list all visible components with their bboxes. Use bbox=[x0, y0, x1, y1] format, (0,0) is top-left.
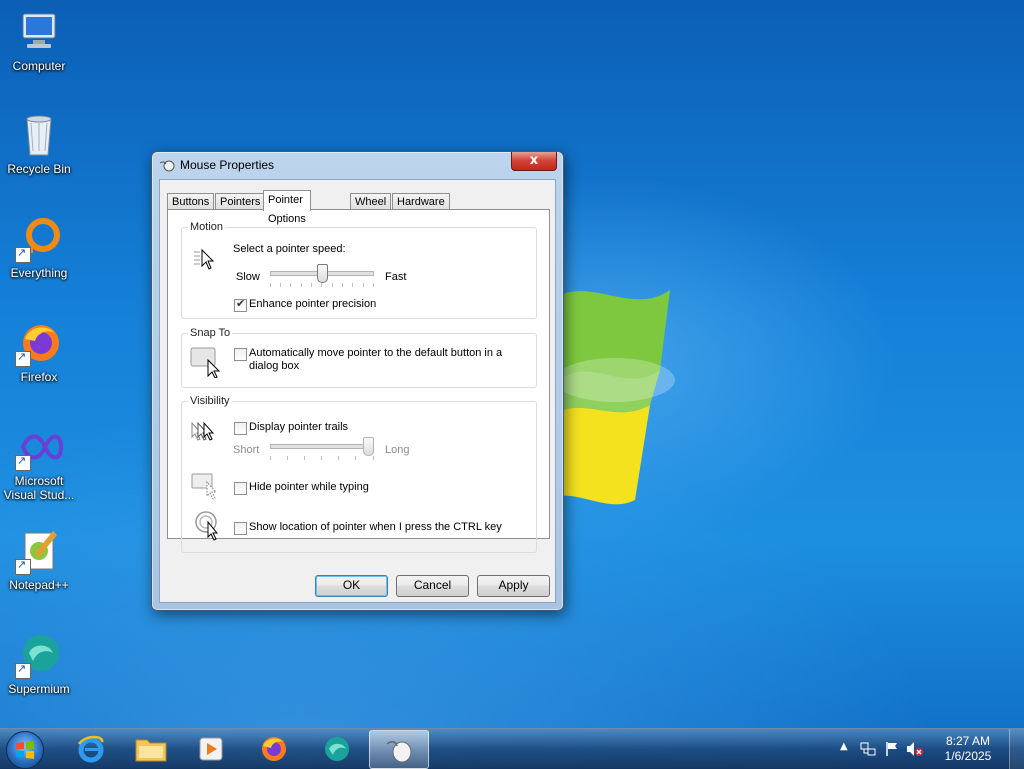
long-label: Long bbox=[385, 444, 410, 456]
hide-pointer-label: Hide pointer while typing bbox=[249, 481, 369, 493]
close-button[interactable]: x bbox=[511, 152, 557, 171]
cancel-button[interactable]: Cancel bbox=[396, 575, 469, 597]
pointer-trails-icon bbox=[191, 421, 215, 441]
taskbar-mouse-properties[interactable] bbox=[369, 730, 429, 769]
snap-to-group: Snap To Automatically move pointer to th… bbox=[181, 327, 537, 388]
desktop-icon-visual-studio[interactable]: Microsoft Visual Stud... bbox=[2, 423, 76, 502]
firefox-icon bbox=[262, 737, 286, 761]
snap-to-icon bbox=[190, 347, 221, 378]
show-location-icon bbox=[195, 511, 219, 541]
desktop-icon-label: Computer bbox=[12, 59, 66, 73]
dialog-title: Mouse Properties bbox=[180, 158, 275, 172]
notepadpp-icon bbox=[15, 527, 63, 575]
network-icon[interactable] bbox=[860, 741, 876, 757]
shortcut-arrow-icon bbox=[15, 246, 31, 263]
taskbar: ▲ 8:27 AM 1/6/2025 bbox=[0, 728, 1024, 769]
visibility-group: Visibility Display pointer trails Short … bbox=[181, 395, 537, 553]
mouse-properties-dialog: Mouse Properties x Buttons Pointers Poin… bbox=[151, 151, 564, 611]
dialog-client: Buttons Pointers Pointer Options Wheel H… bbox=[159, 179, 556, 603]
show-desktop-button[interactable] bbox=[1009, 729, 1024, 769]
desktop-icon-label: Microsoft Visual Stud... bbox=[3, 474, 75, 502]
pointer-trails-slider-thumb[interactable] bbox=[363, 437, 374, 456]
desktop-icon-computer[interactable]: Computer bbox=[2, 8, 76, 73]
supermium-icon bbox=[325, 737, 349, 761]
show-location-label: Show location of pointer when I press th… bbox=[249, 521, 502, 533]
internet-explorer-icon bbox=[77, 735, 104, 763]
desktop-icon-supermium[interactable]: Supermium bbox=[2, 631, 76, 696]
snap-to-default-checkbox[interactable] bbox=[234, 348, 247, 361]
desktop-icon-firefox[interactable]: Firefox bbox=[2, 319, 76, 384]
taskbar-file-explorer[interactable] bbox=[122, 730, 180, 767]
ok-button[interactable]: OK bbox=[315, 575, 388, 597]
system-tray: ▲ bbox=[834, 729, 934, 769]
desktop-icon-label: Everything bbox=[10, 266, 68, 280]
supermium-icon bbox=[15, 631, 63, 679]
recycle-bin-icon bbox=[15, 111, 63, 159]
dialog-titlebar[interactable]: Mouse Properties x bbox=[152, 152, 563, 178]
desktop-icon-notepadpp[interactable]: Notepad++ bbox=[2, 527, 76, 592]
windows-logo-wallpaper bbox=[555, 290, 675, 505]
action-center-flag-icon[interactable] bbox=[884, 741, 900, 757]
taskbar-media-player[interactable] bbox=[182, 730, 240, 767]
firefox-icon bbox=[15, 319, 63, 367]
enhance-precision-label: Enhance pointer precision bbox=[249, 298, 377, 310]
tab-wheel[interactable]: Wheel bbox=[350, 193, 392, 210]
volume-muted-icon[interactable] bbox=[906, 741, 924, 757]
hide-pointer-checkbox[interactable] bbox=[234, 482, 247, 495]
clock-date: 1/6/2025 bbox=[944, 749, 992, 763]
tab-hardware[interactable]: Hardware bbox=[392, 193, 450, 210]
visual-studio-icon bbox=[15, 423, 64, 471]
computer-icon bbox=[15, 8, 63, 56]
pointer-trails-label: Display pointer trails bbox=[249, 421, 349, 433]
snap-to-default-label: Automatically move pointer to the defaul… bbox=[249, 347, 503, 372]
tab-pointers[interactable]: Pointers bbox=[215, 193, 266, 210]
pointer-speed-slider[interactable] bbox=[270, 264, 374, 288]
apply-button[interactable]: Apply bbox=[477, 575, 550, 597]
slider-ticks bbox=[270, 456, 374, 460]
pointer-speed-label: Select a pointer speed: bbox=[233, 243, 346, 255]
pointer-trails-checkbox[interactable] bbox=[234, 422, 247, 435]
show-hidden-icons-icon[interactable]: ▲ bbox=[840, 741, 848, 752]
desktop-icon-everything[interactable]: Everything bbox=[2, 215, 76, 280]
snap-to-group-title: Snap To bbox=[188, 327, 233, 339]
motion-group: Motion Select a pointer speed: Slow Fast… bbox=[181, 221, 537, 319]
visibility-group-title: Visibility bbox=[188, 395, 232, 407]
shortcut-arrow-icon bbox=[15, 454, 31, 471]
fast-label: Fast bbox=[385, 271, 407, 283]
pointer-options-panel: Motion Select a pointer speed: Slow Fast… bbox=[167, 209, 550, 553]
short-label: Short bbox=[233, 444, 260, 456]
media-player-icon bbox=[199, 737, 223, 761]
pointer-speed-slider-thumb[interactable] bbox=[317, 264, 328, 283]
show-location-checkbox[interactable] bbox=[234, 522, 247, 535]
clock[interactable]: 8:27 AM 1/6/2025 bbox=[938, 734, 998, 764]
desktop-icon-label: Notepad++ bbox=[9, 578, 69, 592]
taskbar-supermium[interactable] bbox=[308, 730, 366, 767]
pointer-speed-icon bbox=[194, 248, 215, 270]
start-button[interactable] bbox=[6, 731, 44, 769]
taskbar-internet-explorer[interactable] bbox=[62, 730, 120, 767]
enhance-precision-checkbox[interactable] bbox=[234, 297, 247, 312]
mouse-icon bbox=[386, 741, 412, 763]
taskbar-firefox[interactable] bbox=[245, 730, 303, 767]
windows-start-icon bbox=[16, 741, 34, 759]
slow-label: Slow bbox=[236, 271, 260, 283]
slider-ticks bbox=[270, 283, 374, 287]
clock-time: 8:27 AM bbox=[945, 734, 991, 748]
shortcut-arrow-icon bbox=[15, 662, 31, 679]
close-icon: x bbox=[529, 153, 539, 168]
shortcut-arrow-icon bbox=[15, 350, 31, 367]
shortcut-arrow-icon bbox=[15, 558, 31, 575]
mouse-icon bbox=[159, 160, 175, 172]
folder-icon bbox=[135, 739, 167, 762]
tab-pointer-options[interactable]: Pointer Options bbox=[263, 190, 311, 225]
desktop-icon-label: Supermium bbox=[8, 682, 70, 696]
hide-pointer-icon bbox=[191, 473, 218, 500]
desktop-icon-label: Firefox bbox=[20, 370, 58, 384]
tab-buttons[interactable]: Buttons bbox=[167, 193, 215, 210]
everything-icon bbox=[15, 215, 63, 263]
pointer-trails-slider[interactable] bbox=[270, 437, 374, 461]
motion-group-title: Motion bbox=[188, 221, 226, 233]
desktop-icon-recycle-bin[interactable]: Recycle Bin bbox=[2, 111, 76, 176]
desktop-icon-label: Recycle Bin bbox=[7, 162, 71, 176]
